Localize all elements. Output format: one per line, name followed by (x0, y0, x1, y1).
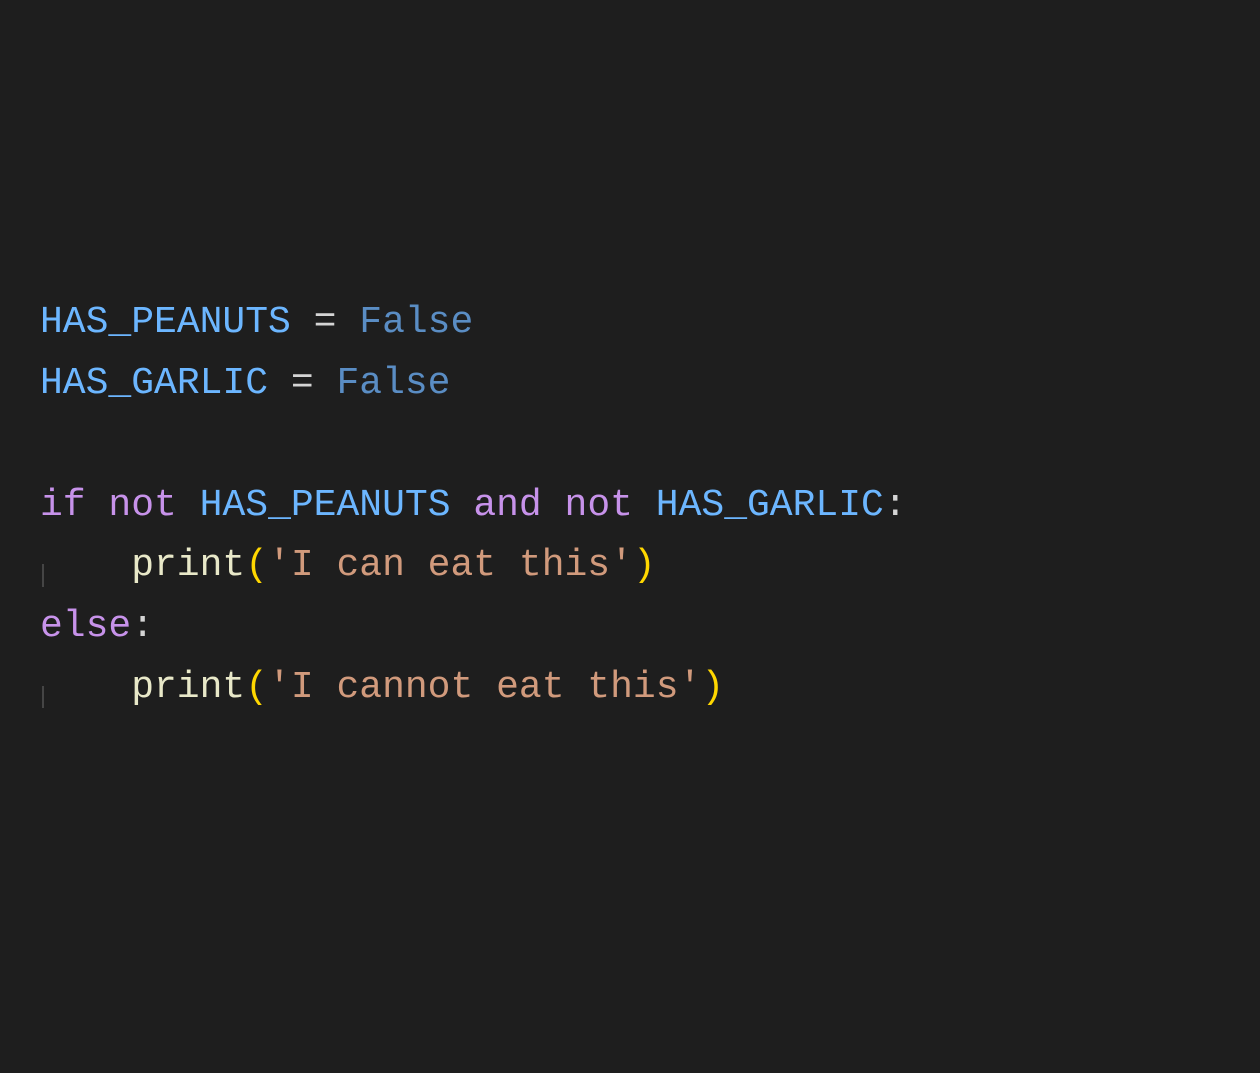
space-token (177, 484, 200, 527)
string-token: 'I can eat this' (268, 544, 633, 587)
keyword-token: else (40, 605, 131, 648)
code-editor[interactable]: HAS_PEANUTS = FalseHAS_GARLIC = False if… (40, 293, 1220, 719)
keyword-token: not (108, 484, 176, 527)
space-token (451, 484, 474, 527)
keyword-token: if (40, 484, 86, 527)
paren-token: ) (633, 544, 656, 587)
colon-token: : (884, 484, 907, 527)
code-line-3 (40, 415, 1220, 476)
string-token: 'I cannot eat this' (268, 666, 701, 709)
space-token (86, 484, 109, 527)
colon-token: : (131, 605, 154, 648)
variable-token: HAS_PEANUTS (40, 301, 291, 344)
code-line-4: if not HAS_PEANUTS and not HAS_GARLIC: (40, 476, 1220, 537)
variable-token: HAS_GARLIC (656, 484, 884, 527)
code-line-5: print('I can eat this') (40, 536, 1220, 597)
operator-token: = (268, 362, 336, 405)
variable-token: HAS_GARLIC (40, 362, 268, 405)
space-token (633, 484, 656, 527)
paren-token: ) (701, 666, 724, 709)
paren-token: ( (245, 544, 268, 587)
code-line-7: print('I cannot eat this') (40, 658, 1220, 719)
operator-token: = (291, 301, 359, 344)
constant-token: False (336, 362, 450, 405)
function-token: print (131, 666, 245, 709)
keyword-token: and (473, 484, 541, 527)
code-line-6: else: (40, 597, 1220, 658)
paren-token: ( (245, 666, 268, 709)
code-line-2: HAS_GARLIC = False (40, 354, 1220, 415)
function-token: print (131, 544, 245, 587)
space-token (542, 484, 565, 527)
keyword-token: not (565, 484, 633, 527)
code-line-1: HAS_PEANUTS = False (40, 293, 1220, 354)
variable-token: HAS_PEANUTS (200, 484, 451, 527)
constant-token: False (359, 301, 473, 344)
